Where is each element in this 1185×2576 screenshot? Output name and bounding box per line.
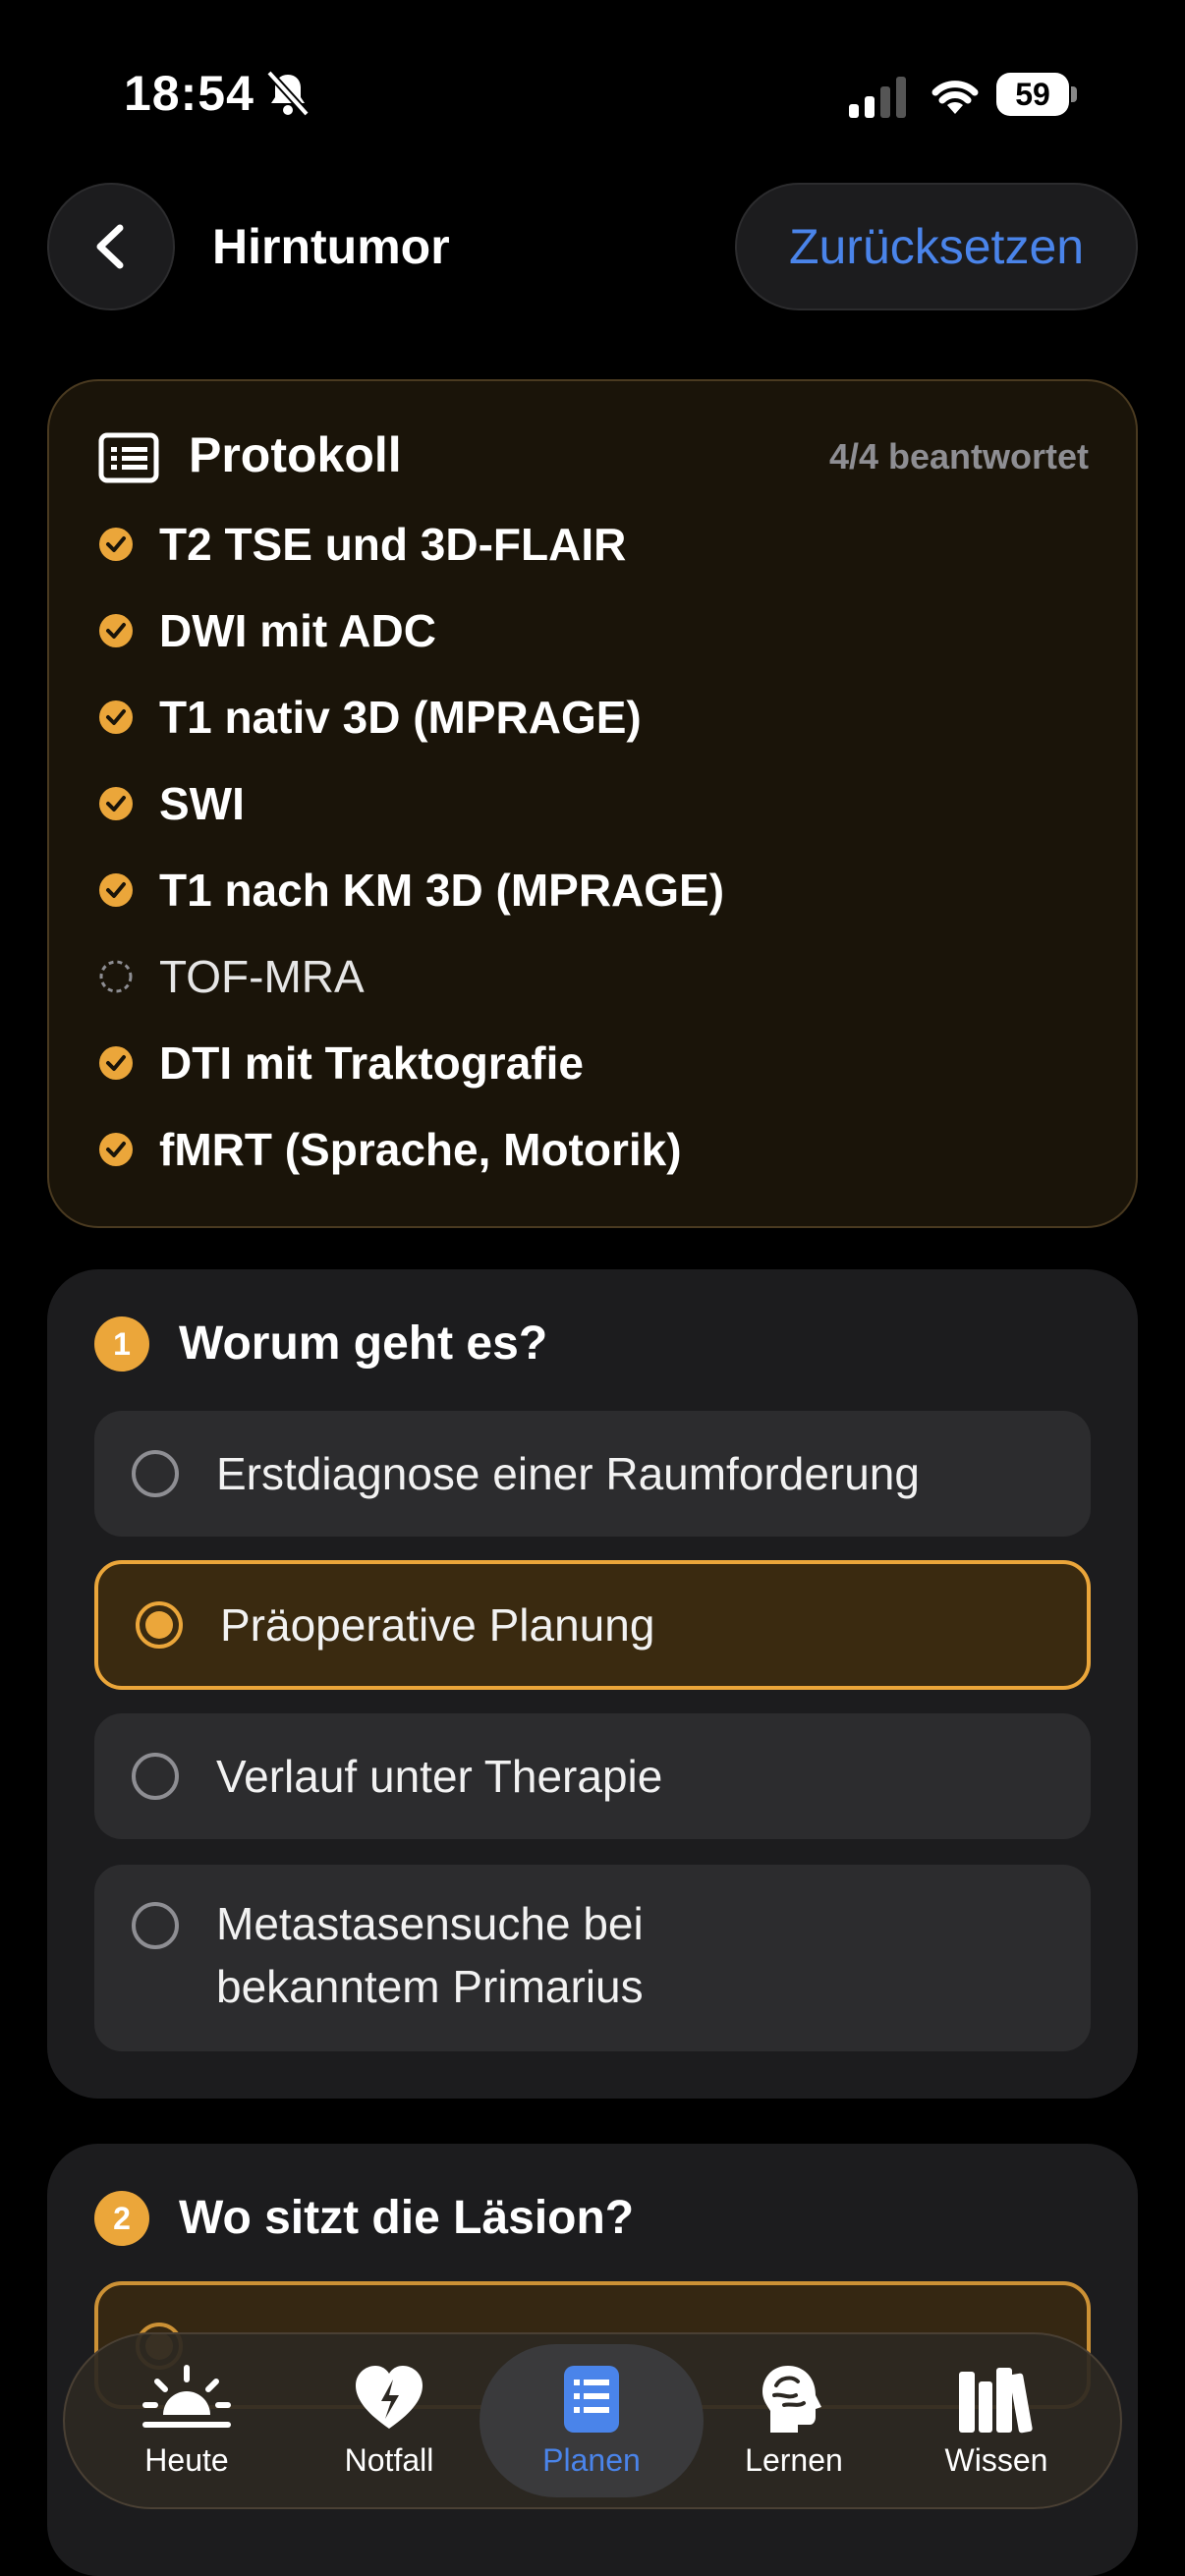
protocol-item: T2 TSE und 3D-FLAIR bbox=[98, 501, 626, 588]
wifi-icon bbox=[931, 81, 979, 114]
tab-wissen[interactable]: Wissen bbox=[898, 2364, 1095, 2479]
protocol-item: DTI mit Traktografie bbox=[98, 1020, 584, 1106]
page-title: Hirntumor bbox=[212, 219, 450, 274]
tab-heute[interactable]: Heute bbox=[88, 2364, 285, 2479]
list-doc-icon bbox=[564, 2366, 619, 2433]
back-button[interactable] bbox=[47, 183, 175, 310]
tab-label: Lernen bbox=[745, 2442, 843, 2478]
sunrise-icon bbox=[142, 2365, 231, 2428]
radio-button bbox=[132, 1902, 179, 1949]
protocol-item-label: fMRT (Sprache, Motorik) bbox=[159, 1124, 682, 1175]
checkmark-circle-icon bbox=[99, 614, 133, 647]
protocol-item: T1 nativ 3D (MPRAGE) bbox=[98, 674, 642, 760]
checkmark-circle-icon bbox=[99, 700, 133, 734]
tab-label: Heute bbox=[144, 2442, 229, 2478]
question-title: Worum geht es? bbox=[179, 1317, 548, 1370]
option-metastasensuche[interactable]: Metastasensuche bei bekanntem Primarius bbox=[94, 1865, 1091, 2051]
books-icon bbox=[959, 2368, 1033, 2434]
radio-button bbox=[132, 1450, 179, 1497]
protocol-item-label: TOF-MRA bbox=[159, 951, 365, 1002]
protocol-item-label: DTI mit Traktografie bbox=[159, 1037, 584, 1089]
protocol-item: fMRT (Sprache, Motorik) bbox=[98, 1106, 682, 1193]
option-verlauf-therapie[interactable]: Verlauf unter Therapie bbox=[94, 1713, 1091, 1839]
battery-level: 59 bbox=[1015, 77, 1050, 112]
protocol-item-label: DWI mit ADC bbox=[159, 605, 436, 656]
tab-label: Notfall bbox=[344, 2442, 434, 2478]
heart-bolt-icon bbox=[356, 2366, 423, 2429]
protocol-title: Protokoll bbox=[189, 427, 402, 482]
option-label: Präoperative Planung bbox=[220, 1599, 655, 1651]
protocol-item: T1 nach KM 3D (MPRAGE) bbox=[98, 847, 724, 933]
protocol-item-label: T2 TSE und 3D-FLAIR bbox=[159, 519, 627, 570]
checkmark-circle-icon bbox=[99, 1046, 133, 1080]
tab-lernen[interactable]: Lernen bbox=[696, 2364, 892, 2479]
brain-head-icon bbox=[762, 2366, 821, 2433]
question-title: Wo sitzt die Läsion? bbox=[179, 2192, 635, 2244]
battery-indicator: 59 bbox=[996, 73, 1079, 116]
protocol-answer-count: 4/4 beantwortet bbox=[828, 436, 1089, 476]
radio-button-selected bbox=[136, 1601, 183, 1649]
tab-notfall[interactable]: Notfall bbox=[291, 2364, 487, 2479]
checkmark-circle-icon bbox=[99, 873, 133, 907]
tab-label: Planen bbox=[542, 2442, 641, 2478]
checkmark-circle-icon bbox=[99, 787, 133, 820]
option-erstdiagnose[interactable]: Erstdiagnose einer Raumforderung bbox=[94, 1411, 1091, 1537]
tab-planen[interactable]: Planen bbox=[493, 2364, 690, 2479]
protocol-item-label: T1 nach KM 3D (MPRAGE) bbox=[159, 865, 725, 916]
question-number-badge: 2 bbox=[94, 2191, 149, 2246]
dashed-circle-icon bbox=[99, 960, 133, 993]
protocol-item: DWI mit ADC bbox=[98, 588, 436, 674]
cellular-signal-icon bbox=[849, 77, 906, 118]
question-number-badge: 1 bbox=[94, 1316, 149, 1372]
option-praeoperative-planung[interactable]: Präoperative Planung bbox=[94, 1560, 1091, 1690]
protocol-item-label: SWI bbox=[159, 778, 245, 829]
chevron-left-icon bbox=[96, 224, 124, 269]
protocol-item-label: T1 nativ 3D (MPRAGE) bbox=[159, 692, 642, 743]
bell-muted-icon bbox=[266, 70, 310, 117]
radio-button bbox=[132, 1753, 179, 1800]
option-label: Erstdiagnose einer Raumforderung bbox=[216, 1448, 920, 1499]
reset-button[interactable]: Zurücksetzen bbox=[735, 183, 1138, 310]
option-label: Verlauf unter Therapie bbox=[216, 1751, 663, 1802]
status-time: 18:54 bbox=[124, 66, 254, 121]
protocol-item: SWI bbox=[98, 760, 245, 847]
protocol-item: TOF-MRA bbox=[98, 933, 365, 1020]
checkmark-circle-icon bbox=[99, 1133, 133, 1166]
option-label: Metastasensuche bei bekanntem Primarius bbox=[216, 1898, 644, 2012]
checkmark-circle-icon bbox=[99, 528, 133, 561]
list-document-icon bbox=[98, 432, 159, 483]
tab-label: Wissen bbox=[944, 2442, 1048, 2478]
